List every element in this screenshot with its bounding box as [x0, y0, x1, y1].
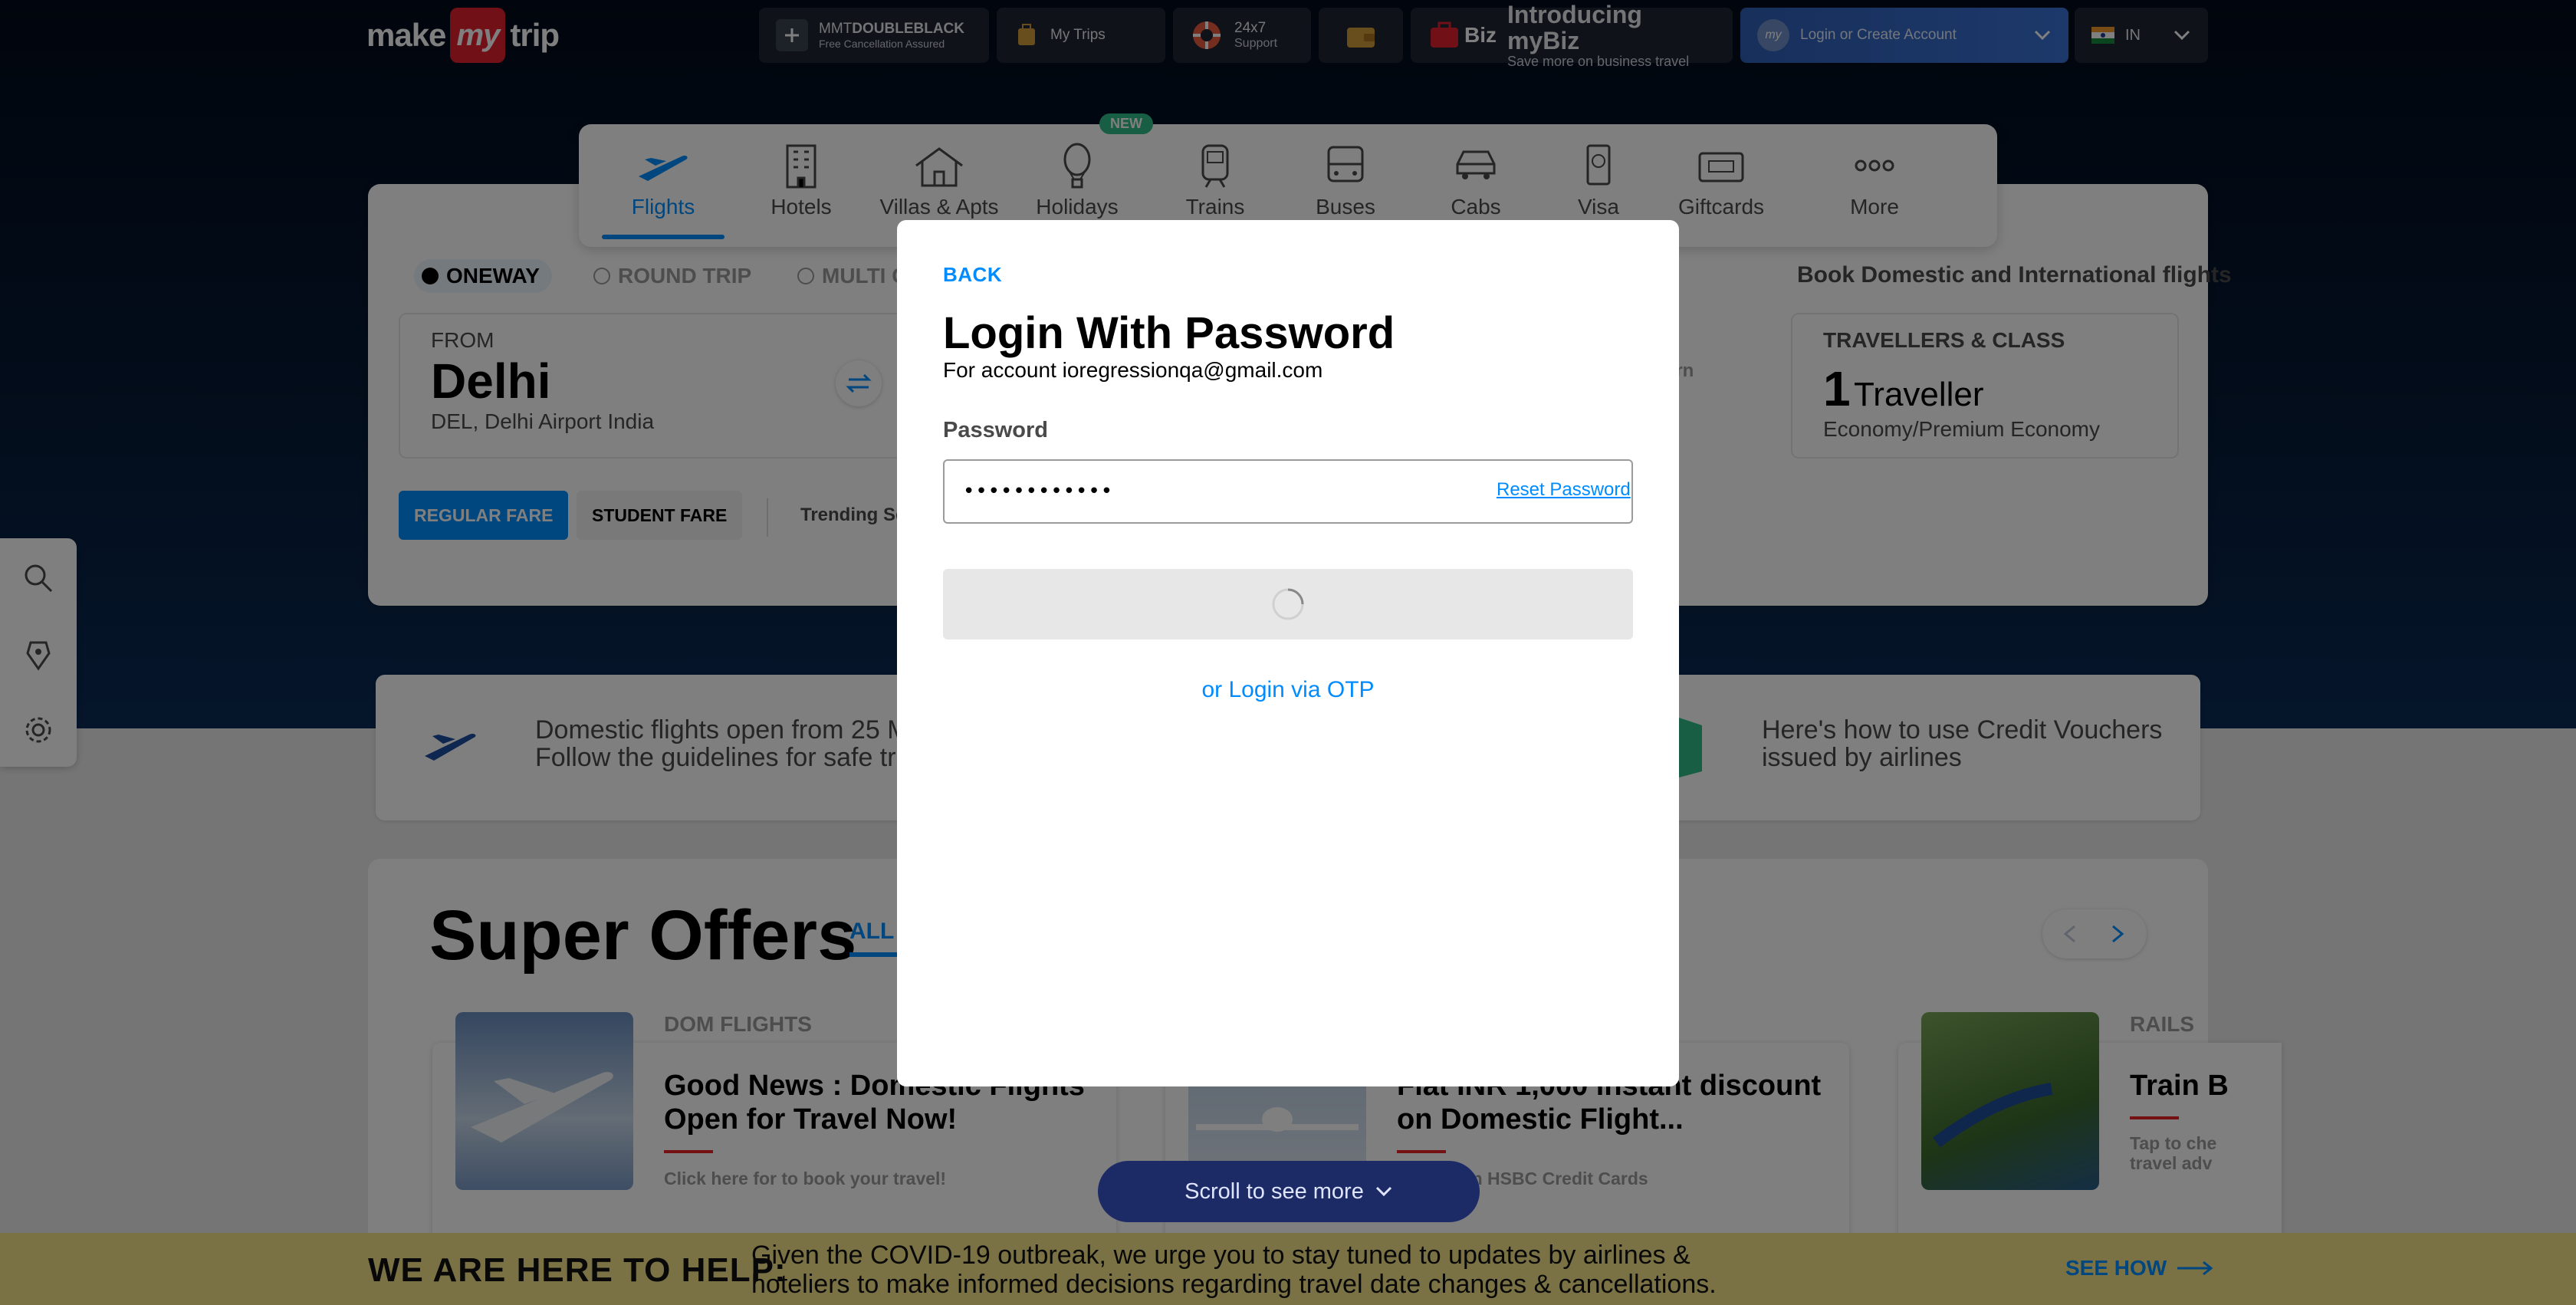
account-email-text: For account ioregressionqa@gmail.com	[943, 358, 1323, 382]
loading-spinner-icon	[1272, 588, 1304, 620]
login-submit-button[interactable]	[943, 569, 1633, 639]
login-via-otp-link[interactable]: or Login via OTP	[897, 677, 1679, 703]
chevron-down-icon	[1375, 1186, 1392, 1197]
reset-password-link[interactable]: Reset Password	[1497, 479, 1631, 501]
login-password-modal: BACK Login With Password For account ior…	[897, 220, 1679, 1086]
password-label: Password	[943, 418, 1048, 442]
scroll-pill-label: Scroll to see more	[1184, 1178, 1364, 1204]
modal-title: Login With Password	[943, 308, 1395, 358]
back-button[interactable]: BACK	[943, 263, 1002, 287]
scroll-to-see-more-button[interactable]: Scroll to see more	[1098, 1161, 1480, 1222]
